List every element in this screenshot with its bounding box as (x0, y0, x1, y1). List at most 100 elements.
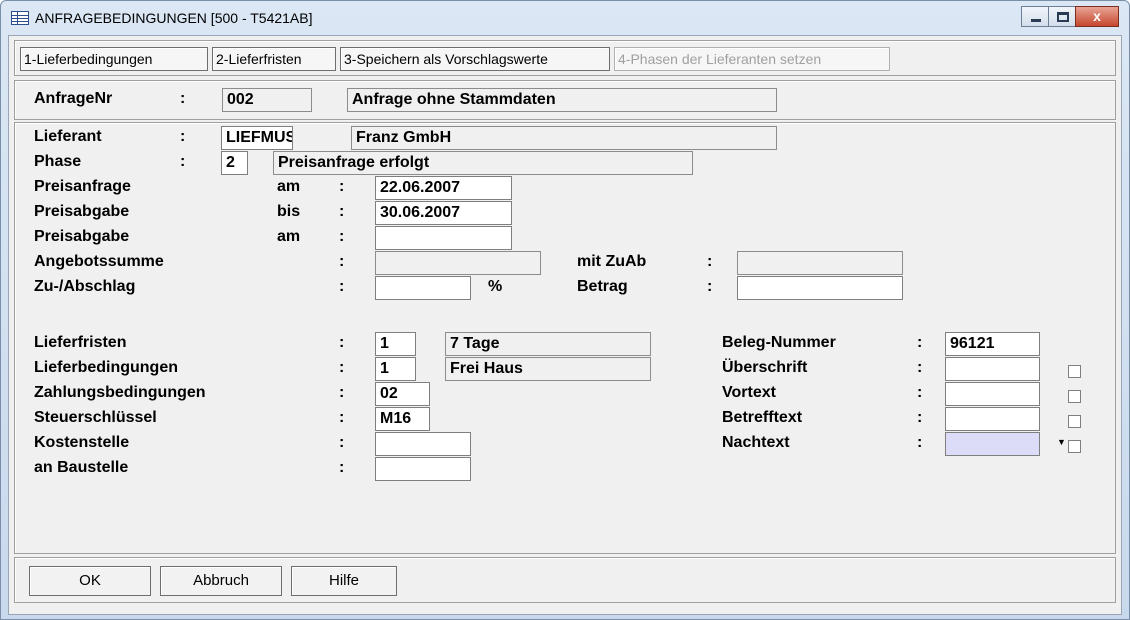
colon: : (339, 178, 345, 195)
dialog-client: 1-Lieferbedingungen 2-Lieferfristen 3-Sp… (8, 35, 1122, 615)
lieferant-code-field[interactable]: LIEFMUS (221, 126, 293, 150)
anfragenr-field: 002 (222, 88, 312, 112)
zahlungsbedingungen-label: Zahlungsbedingungen (34, 384, 206, 401)
preisabgabe-bis-qualifier: bis (277, 203, 301, 220)
colon: : (917, 359, 923, 376)
caption-buttons: x (1021, 6, 1119, 27)
abbruch-button[interactable]: Abbruch (160, 566, 282, 596)
zuabschlag-field[interactable] (375, 276, 471, 300)
anfrage-text-field: Anfrage ohne Stammdaten (347, 88, 777, 112)
colon: : (180, 128, 186, 145)
steuerschluessel-field[interactable]: M16 (375, 407, 430, 431)
kostenstelle-label: Kostenstelle (34, 434, 130, 451)
vortext-label: Vortext (722, 384, 776, 401)
lieferfristen-text-field: 7 Tage (445, 332, 651, 356)
colon: : (339, 278, 345, 295)
lieferfristen-code-field[interactable]: 1 (375, 332, 416, 356)
colon: : (339, 203, 345, 220)
vortext-checkbox[interactable] (1068, 390, 1081, 403)
phase-text-field: Preisanfrage erfolgt (273, 151, 693, 175)
phase-label: Phase (34, 153, 82, 170)
preisabgabe-am-qualifier: am (277, 228, 301, 245)
hilfe-button[interactable]: Hilfe (291, 566, 397, 596)
colon: : (339, 384, 345, 401)
colon: : (707, 253, 713, 270)
colon: : (339, 253, 345, 270)
lieferbedingungen-tab-button[interactable]: 1-Lieferbedingungen (20, 47, 208, 71)
beleg-nummer-field[interactable]: 96121 (945, 332, 1040, 356)
angebotssumme-label: Angebotssumme (34, 253, 164, 270)
colon: : (707, 278, 713, 295)
lieferfristen-label: Lieferfristen (34, 334, 127, 351)
lieferbedingungen-text-field: Frei Haus (445, 357, 651, 381)
ueberschrift-label: Überschrift (722, 359, 808, 376)
anfrage-panel: AnfrageNr : 002 Anfrage ohne Stammdaten (14, 80, 1116, 120)
baustelle-label: an Baustelle (34, 459, 129, 476)
colon: : (917, 409, 923, 426)
ok-button[interactable]: OK (29, 566, 151, 596)
colon: : (917, 384, 923, 401)
beleg-nummer-label: Beleg-Nummer (722, 334, 836, 351)
minimize-icon (1031, 19, 1041, 22)
ueberschrift-field[interactable] (945, 357, 1040, 381)
colon: : (339, 409, 345, 426)
percent-label: % (488, 278, 503, 295)
colon: : (917, 434, 923, 451)
colon: : (339, 359, 345, 376)
toolbar-panel: 1-Lieferbedingungen 2-Lieferfristen 3-Sp… (14, 40, 1116, 76)
betrefftext-field[interactable] (945, 407, 1040, 431)
mit-zuab-field (737, 251, 903, 275)
speichern-vorschlagswerte-button[interactable]: 3-Speichern als Vorschlagswerte (340, 47, 610, 71)
zuabschlag-label: Zu-/Abschlag (34, 278, 136, 295)
baustelle-field[interactable] (375, 457, 471, 481)
lieferbedingungen-label: Lieferbedingungen (34, 359, 178, 376)
betrefftext-checkbox[interactable] (1068, 415, 1081, 428)
dialog-window: ANFRAGEBEDINGUNGEN [500 - T5421AB] x 1-L… (0, 0, 1130, 620)
preisabgabe-am-label: Preisabgabe (34, 228, 130, 245)
colon: : (339, 459, 345, 476)
kostenstelle-field[interactable] (375, 432, 471, 456)
colon: : (339, 434, 345, 451)
colon: : (339, 228, 345, 245)
colon: : (180, 90, 186, 107)
nachtext-label: Nachtext (722, 434, 790, 451)
vortext-field[interactable] (945, 382, 1040, 406)
phasen-setzen-button: 4-Phasen der Lieferanten setzen (614, 47, 890, 71)
preisanfrage-date-field[interactable]: 22.06.2007 (375, 176, 512, 200)
nachtext-checkbox[interactable] (1068, 440, 1081, 453)
colon: : (917, 334, 923, 351)
preisabgabe-bis-date-field[interactable]: 30.06.2007 (375, 201, 512, 225)
preisanfrage-label: Preisanfrage (34, 178, 131, 195)
footer-panel: OK Abbruch Hilfe (14, 557, 1116, 603)
nachtext-select[interactable] (945, 432, 1040, 456)
preisabgabe-bis-label: Preisabgabe (34, 203, 130, 220)
title-bar[interactable]: ANFRAGEBEDINGUNGEN [500 - T5421AB] x (1, 1, 1129, 35)
main-form-panel: Lieferant : LIEFMUS Franz GmbH Phase : 2… (14, 122, 1116, 554)
lieferant-name-field: Franz GmbH (351, 126, 777, 150)
close-button[interactable]: x (1075, 6, 1119, 27)
table-icon (11, 11, 29, 25)
lieferfristen-tab-button[interactable]: 2-Lieferfristen (212, 47, 336, 71)
betrefftext-label: Betrefftext (722, 409, 803, 426)
minimize-button[interactable] (1021, 6, 1049, 27)
anfragenr-label: AnfrageNr (34, 90, 113, 107)
lieferbedingungen-code-field[interactable]: 1 (375, 357, 416, 381)
window-title: ANFRAGEBEDINGUNGEN [500 - T5421AB] (35, 10, 313, 26)
maximize-button[interactable] (1048, 6, 1076, 27)
betrag-label: Betrag (577, 278, 628, 295)
close-icon: x (1093, 8, 1101, 24)
mit-zuab-label: mit ZuAb (577, 253, 647, 270)
dropdown-arrow-icon[interactable]: ▼ (1057, 437, 1066, 447)
steuerschluessel-label: Steuerschlüssel (34, 409, 157, 426)
betrag-field[interactable] (737, 276, 903, 300)
phase-field[interactable]: 2 (221, 151, 248, 175)
colon: : (180, 153, 186, 170)
angebotssumme-field (375, 251, 541, 275)
preisabgabe-am-date-field[interactable] (375, 226, 512, 250)
ueberschrift-checkbox[interactable] (1068, 365, 1081, 378)
lieferant-label: Lieferant (34, 128, 102, 145)
maximize-icon (1057, 12, 1069, 22)
preisanfrage-qualifier: am (277, 178, 301, 195)
zahlungsbedingungen-field[interactable]: 02 (375, 382, 430, 406)
colon: : (339, 334, 345, 351)
